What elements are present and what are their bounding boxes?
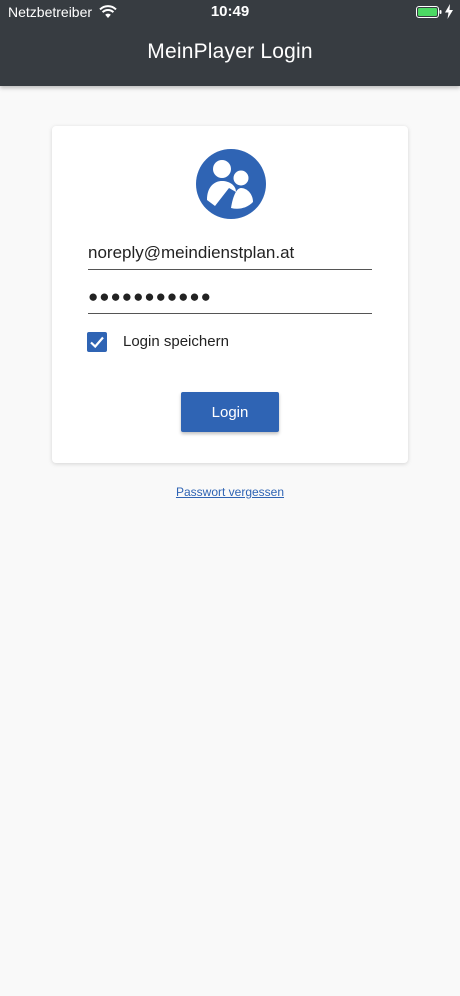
remember-checkbox[interactable] bbox=[87, 332, 107, 352]
login-card: Login speichern Login bbox=[52, 126, 408, 463]
page-title: MeinPlayer Login bbox=[147, 40, 313, 63]
charging-icon bbox=[445, 4, 453, 19]
login-screen: Netzbetreiber 10:49 MeinPlayer Login nor… bbox=[0, 0, 460, 996]
remember-label: Login speichern bbox=[123, 333, 229, 350]
checkmark-icon bbox=[90, 336, 104, 349]
battery-icon bbox=[416, 6, 442, 18]
forgot-password-link[interactable]: Passwort vergessen bbox=[0, 485, 460, 499]
email-input[interactable] bbox=[88, 236, 372, 269]
app-header: Netzbetreiber 10:49 MeinPlayer Login bbox=[0, 0, 460, 86]
status-bar: Netzbetreiber 10:49 bbox=[0, 0, 460, 24]
people-icon bbox=[196, 149, 266, 219]
password-input[interactable] bbox=[88, 280, 372, 313]
login-button[interactable]: Login bbox=[181, 392, 279, 432]
status-time: 10:49 bbox=[210, 3, 250, 20]
email-field[interactable] bbox=[88, 236, 372, 270]
password-field[interactable] bbox=[88, 280, 372, 314]
